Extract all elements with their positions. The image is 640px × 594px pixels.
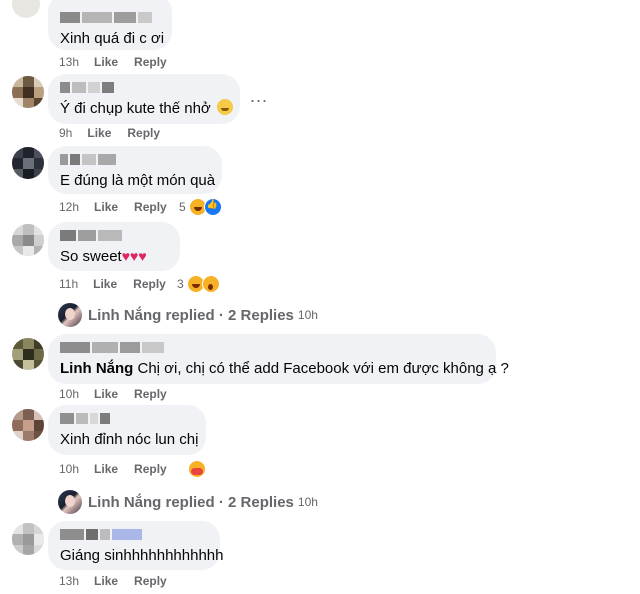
like-button[interactable]: Like xyxy=(94,462,118,476)
author-name-blurred[interactable] xyxy=(60,230,168,241)
heart-emojis: ♥♥♥ xyxy=(121,248,147,264)
comment-bubble: Xinh quá đi c ơi xyxy=(48,0,172,50)
replies-label: replied · 2 Replies xyxy=(165,306,294,324)
reply-button[interactable]: Reply xyxy=(134,55,167,69)
comment-bubble: Giáng sinhhhhhhhhhhhh xyxy=(48,521,224,570)
like-button[interactable]: Like xyxy=(94,574,118,588)
comment-text: Ý đi chụp kute thế nhở xyxy=(60,99,233,118)
reply-button[interactable]: Reply xyxy=(133,277,166,291)
comment-text: Xinh quá đi c ơi xyxy=(60,30,165,47)
comment-bubble: Xinh đỉnh nóc lun chị xyxy=(48,405,206,455)
author-name-blurred[interactable] xyxy=(60,413,194,424)
like-button[interactable]: Like xyxy=(94,200,118,214)
comment-actions: 13h Like Reply xyxy=(59,573,183,589)
avatar[interactable] xyxy=(12,147,44,179)
replier-name: Linh Nắng xyxy=(88,306,162,324)
comment-time[interactable]: 9h xyxy=(59,126,72,140)
comment-time[interactable]: 13h xyxy=(59,55,79,69)
author-name-blurred[interactable] xyxy=(60,529,208,540)
author-name-blurred[interactable] xyxy=(60,342,484,353)
replier-name: Linh Nắng xyxy=(88,493,162,511)
reply-time: 10h xyxy=(297,308,318,322)
comment-actions: 10h Like Reply xyxy=(59,386,183,402)
comment-bubble: So sweet♥♥♥ xyxy=(48,222,180,271)
reply-button[interactable]: Reply xyxy=(134,387,167,401)
reaction-count: 5 xyxy=(179,200,186,214)
author-name-blurred[interactable] xyxy=(60,82,228,93)
comment-actions: 11h Like Reply xyxy=(59,276,182,292)
like-button[interactable]: Like xyxy=(93,277,117,291)
avatar[interactable] xyxy=(12,338,44,370)
author-name-blurred[interactable] xyxy=(60,154,210,165)
care-reaction-icon xyxy=(188,460,206,478)
comment-time[interactable]: 10h xyxy=(59,387,79,401)
comment-text: Linh Nắng Chị ơi, chị có thể add Faceboo… xyxy=(60,360,509,377)
comment-bubble: E đúng là một món quà xyxy=(48,146,222,194)
comment-text: Giáng sinhhhhhhhhhhhh xyxy=(60,547,224,564)
avatar[interactable] xyxy=(12,523,44,555)
view-replies-link[interactable]: Linh Nắng replied · 2 Replies 10h xyxy=(58,303,318,327)
avatar[interactable] xyxy=(12,76,44,108)
comment-time[interactable]: 10h xyxy=(59,462,79,476)
comment-time[interactable]: 11h xyxy=(59,277,78,291)
comment-bubble: Ý đi chụp kute thế nhở xyxy=(48,74,240,124)
comment-actions: 12h Like Reply xyxy=(59,199,183,215)
comment-text: Xinh đỉnh nóc lun chị xyxy=(60,431,199,448)
replies-label: replied · 2 Replies xyxy=(165,493,294,511)
view-replies-link[interactable]: Linh Nắng replied · 2 Replies 10h xyxy=(58,490,318,514)
author-name-blurred[interactable] xyxy=(60,12,160,23)
reply-button[interactable]: Reply xyxy=(134,574,167,588)
like-button[interactable]: Like xyxy=(87,126,111,140)
reaction-summary[interactable] xyxy=(188,460,206,478)
reaction-summary[interactable]: 5 xyxy=(179,198,222,216)
replier-avatar xyxy=(58,490,82,514)
comment-time[interactable]: 12h xyxy=(59,200,79,214)
avatar[interactable] xyxy=(12,224,44,256)
like-button[interactable]: Like xyxy=(94,55,118,69)
comment-text: So sweet♥♥♥ xyxy=(60,248,147,265)
like-reaction-icon xyxy=(203,198,222,216)
comment-actions: 9h Like Reply xyxy=(59,125,176,141)
comment-text: E đúng là một món quà xyxy=(60,172,216,189)
comment-actions: 13h Like Reply xyxy=(59,54,183,70)
wow-reaction-icon xyxy=(201,275,220,293)
blushing-face-icon xyxy=(216,99,233,115)
comment-time[interactable]: 13h xyxy=(59,574,79,588)
reply-button[interactable]: Reply xyxy=(127,126,160,140)
reaction-summary[interactable]: 3 xyxy=(177,275,220,293)
like-button[interactable]: Like xyxy=(94,387,118,401)
comment-bubble: Linh Nắng Chị ơi, chị có thể add Faceboo… xyxy=(48,334,509,384)
more-options-icon[interactable]: ... xyxy=(250,86,268,107)
reply-button[interactable]: Reply xyxy=(134,462,167,476)
reaction-count: 3 xyxy=(177,277,184,291)
comment-actions: 10h Like Reply xyxy=(59,461,183,477)
replier-avatar xyxy=(58,303,82,327)
reply-button[interactable]: Reply xyxy=(134,200,167,214)
avatar[interactable] xyxy=(12,409,44,441)
reply-time: 10h xyxy=(297,495,318,509)
avatar[interactable] xyxy=(12,0,40,18)
mentioned-user[interactable]: Linh Nắng xyxy=(60,360,133,377)
